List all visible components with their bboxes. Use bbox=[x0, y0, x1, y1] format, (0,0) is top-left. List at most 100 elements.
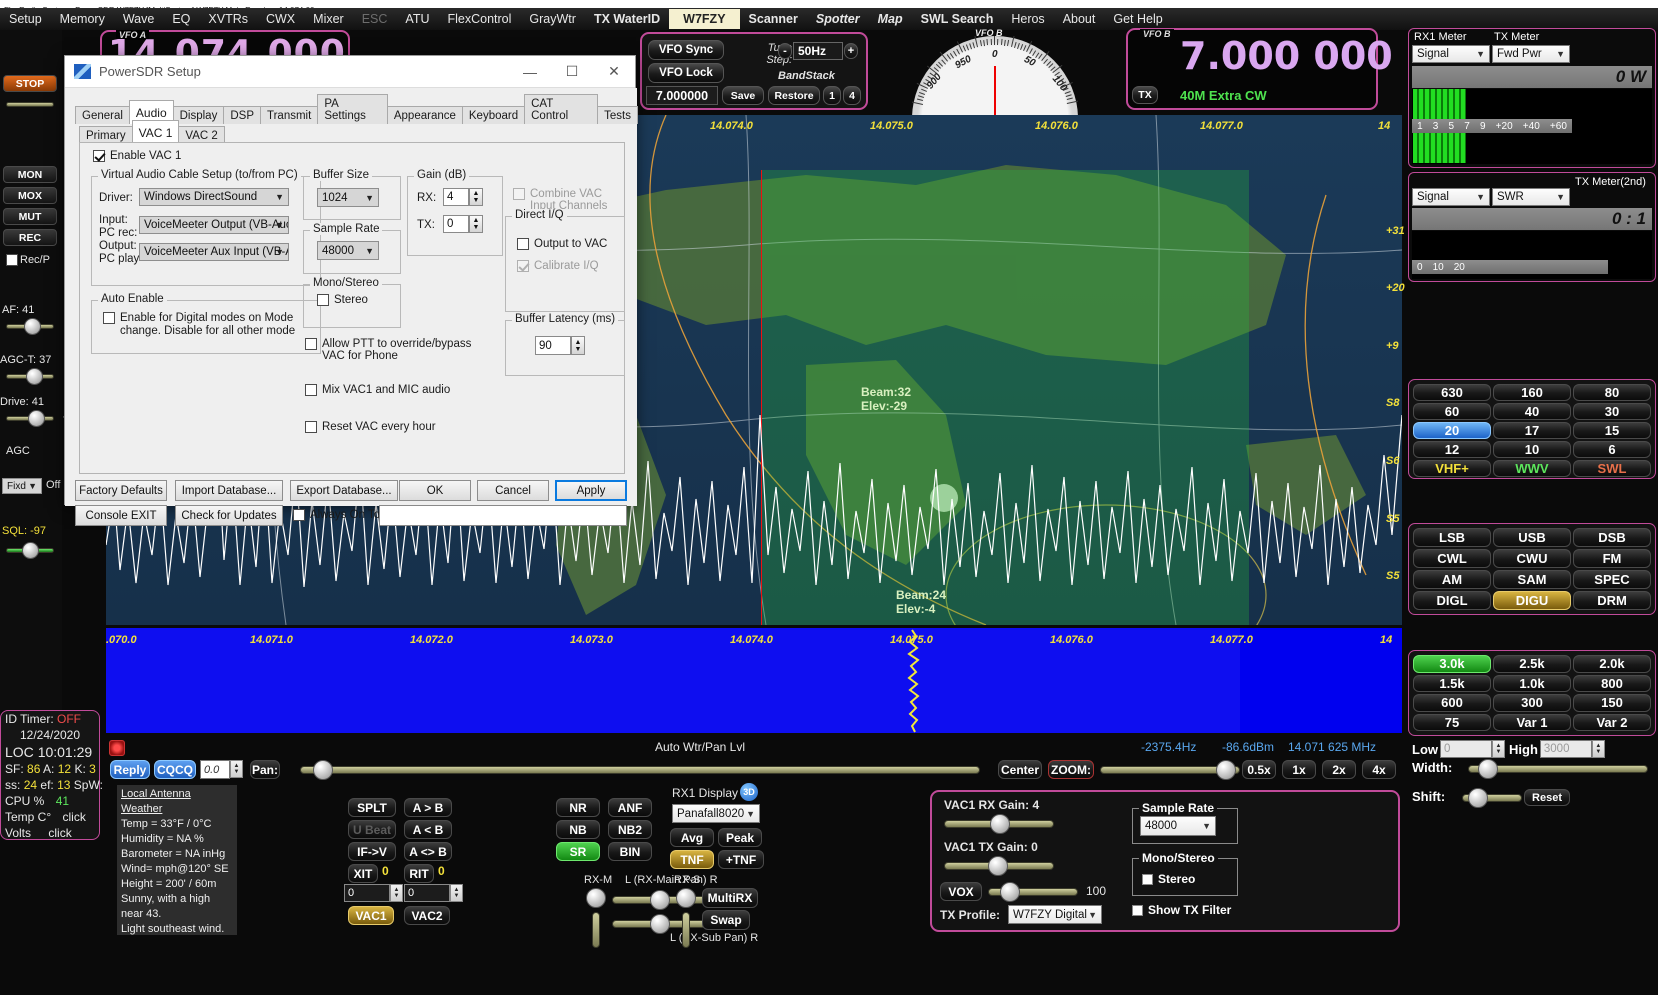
mode-button-cwl[interactable]: CWL bbox=[1413, 549, 1491, 568]
filter-button-3-0k[interactable]: 3.0k bbox=[1413, 655, 1491, 673]
mix-vac1-checkbox[interactable] bbox=[305, 384, 317, 396]
multirx-button[interactable]: MultiRX bbox=[702, 888, 758, 908]
reset-vac-checkbox[interactable] bbox=[305, 421, 317, 433]
vfo-op-splt[interactable]: SPLT bbox=[348, 798, 396, 817]
bandstack-slot-1-button[interactable]: 1 bbox=[823, 86, 841, 105]
center-button[interactable]: Center bbox=[998, 760, 1042, 779]
vac-stereo-checkbox[interactable] bbox=[1142, 873, 1153, 885]
tune-step-minus-button[interactable]: - bbox=[778, 43, 792, 59]
filter-high-spinner[interactable]: ▲ ▼ bbox=[1591, 740, 1605, 758]
peak-button[interactable]: Peak bbox=[718, 828, 762, 847]
cancel-button[interactable]: Cancel bbox=[477, 480, 549, 501]
mode-button-sam[interactable]: SAM bbox=[1493, 570, 1571, 589]
zoom-level-4x[interactable]: 4x bbox=[1362, 760, 1396, 779]
temp-row[interactable]: Temp C° click bbox=[1, 809, 99, 825]
filter-button-1-5k[interactable]: 1.5k bbox=[1413, 674, 1491, 692]
mode-button-usb[interactable]: USB bbox=[1493, 528, 1571, 547]
zoom-button[interactable]: ZOOM: bbox=[1048, 760, 1094, 779]
gain-rx-spinner[interactable]: ▲ ▼ bbox=[469, 188, 483, 206]
vac1-rx-gain-knob[interactable] bbox=[990, 814, 1010, 834]
vfo-op-if-v[interactable]: IF->V bbox=[348, 842, 396, 861]
menu-item-atu[interactable]: ATU bbox=[396, 10, 438, 28]
rxs-fader-track[interactable] bbox=[682, 912, 690, 948]
stereo-checkbox-row[interactable]: Stereo bbox=[317, 294, 368, 306]
ok-button[interactable]: OK bbox=[399, 480, 471, 501]
menu-item-setup[interactable]: Setup bbox=[0, 10, 51, 28]
agc-mode-select[interactable]: Fixd ▼ bbox=[2, 478, 42, 494]
tx-profile-select[interactable]: W7FZY Digital ▼ bbox=[1008, 905, 1102, 924]
output-to-vac-checkbox-row[interactable]: Output to VAC bbox=[517, 238, 607, 250]
rit-input[interactable]: 0 bbox=[404, 884, 450, 902]
plus-tnf-button[interactable]: +TNF bbox=[718, 850, 764, 869]
filter-button-2-0k[interactable]: 2.0k bbox=[1573, 655, 1651, 673]
show-tx-filter-checkbox[interactable] bbox=[1132, 904, 1143, 916]
tx-button[interactable]: TX bbox=[1132, 86, 1158, 104]
dsp-sr[interactable]: SR bbox=[556, 842, 600, 861]
width-slider-knob[interactable] bbox=[1478, 759, 1498, 779]
mode-button-digl[interactable]: DIGL bbox=[1413, 591, 1491, 610]
output-device-select[interactable]: VoiceMeeter Aux Input (VB-A ▼ bbox=[139, 243, 289, 261]
maximize-icon[interactable]: ☐ bbox=[551, 56, 593, 88]
af-slider-knob[interactable] bbox=[24, 318, 41, 335]
band-button-80[interactable]: 80 bbox=[1573, 384, 1651, 401]
enable-vac1-checkbox[interactable] bbox=[93, 150, 105, 162]
setup-dialog-titlebar[interactable]: PowerSDR Setup — ☐ ✕ bbox=[65, 56, 635, 88]
band-button-160[interactable]: 160 bbox=[1493, 384, 1571, 401]
display-3d-badge[interactable]: 3D bbox=[740, 783, 758, 801]
filter-high-input[interactable]: 3000 bbox=[1539, 740, 1592, 758]
xit-button[interactable]: XIT bbox=[348, 864, 378, 883]
mode-button-dsb[interactable]: DSB bbox=[1573, 528, 1651, 547]
pan-value-input[interactable]: 0.0 bbox=[200, 760, 230, 779]
always-on-top-checkbox[interactable] bbox=[293, 509, 305, 521]
mode-button-cwu[interactable]: CWU bbox=[1493, 549, 1571, 568]
menu-item-cwx[interactable]: CWX bbox=[257, 10, 304, 28]
drive-slider-knob[interactable] bbox=[28, 410, 45, 427]
vac1-tx-gain-knob[interactable] bbox=[988, 856, 1008, 876]
vfo-b-frequency[interactable]: 7.000 000 bbox=[1180, 34, 1393, 78]
auto-enable-checkbox-row[interactable]: Enable for Digital modes on Mode change.… bbox=[103, 312, 303, 338]
temp-click[interactable]: click bbox=[63, 810, 86, 824]
minimize-icon[interactable]: — bbox=[509, 56, 551, 88]
dsp-nr[interactable]: NR bbox=[556, 798, 600, 817]
buffer-latency-input[interactable]: 90 bbox=[535, 336, 571, 355]
vfo-op-a-b[interactable]: A < B bbox=[404, 820, 452, 839]
rxm-fader-knob[interactable] bbox=[586, 888, 606, 908]
setup-tab-transmit[interactable]: Transmit bbox=[260, 106, 319, 124]
check-updates-button[interactable]: Check for Updates bbox=[175, 505, 283, 526]
filter-button-var-2[interactable]: Var 2 bbox=[1573, 713, 1651, 731]
display-mode-select[interactable]: Panafall8020 ▼ bbox=[672, 804, 760, 823]
console-exit-button[interactable]: Console EXIT bbox=[75, 505, 167, 526]
export-database-button[interactable]: Export Database... bbox=[290, 480, 398, 501]
menu-item-w7fzy[interactable]: W7FZY bbox=[669, 9, 740, 29]
mode-button-fm[interactable]: FM bbox=[1573, 549, 1651, 568]
band-button-40[interactable]: 40 bbox=[1493, 403, 1571, 420]
menu-item-map[interactable]: Map bbox=[869, 10, 912, 28]
reset-vac-checkbox-row[interactable]: Reset VAC every hour bbox=[305, 421, 436, 433]
xit-input[interactable]: 0 bbox=[344, 884, 390, 902]
main-pan-slider-knob[interactable] bbox=[650, 890, 670, 910]
menu-item-scanner[interactable]: Scanner bbox=[740, 10, 807, 28]
vox-button[interactable]: VOX bbox=[940, 882, 982, 901]
setup-tab-cat-control[interactable]: CAT Control bbox=[524, 94, 599, 124]
mode-button-spec[interactable]: SPEC bbox=[1573, 570, 1651, 589]
filter-reset-button[interactable]: Reset bbox=[1524, 789, 1570, 806]
bandstack-save-button[interactable]: Save bbox=[722, 86, 764, 105]
vac-sample-rate-select[interactable]: 48000 ▼ bbox=[1140, 816, 1216, 836]
vac2-button[interactable]: VAC2 bbox=[404, 906, 450, 925]
vfo-op-u-beat[interactable]: U Beat bbox=[348, 820, 396, 839]
setup-tab-appearance[interactable]: Appearance bbox=[386, 106, 463, 124]
band-button-swl[interactable]: SWL bbox=[1573, 460, 1651, 477]
setup-tab-pa-settings[interactable]: PA Settings bbox=[317, 94, 388, 124]
menu-item-mixer[interactable]: Mixer bbox=[304, 10, 353, 28]
band-button-15[interactable]: 15 bbox=[1573, 422, 1651, 439]
recp-checkbox[interactable] bbox=[6, 254, 18, 266]
mode-button-lsb[interactable]: LSB bbox=[1413, 528, 1491, 547]
rit-button[interactable]: RIT bbox=[404, 864, 434, 883]
reply-button[interactable]: Reply bbox=[110, 760, 150, 779]
band-button-vhf-[interactable]: VHF+ bbox=[1413, 460, 1491, 477]
menu-item-tx-waterid[interactable]: TX WaterID bbox=[585, 10, 669, 28]
dsp-nb2[interactable]: NB2 bbox=[608, 820, 652, 839]
swap-button[interactable]: Swap bbox=[702, 910, 750, 930]
tx2-meter-left-select[interactable]: Signal ▼ bbox=[1412, 188, 1490, 206]
import-database-button[interactable]: Import Database... bbox=[175, 480, 283, 501]
